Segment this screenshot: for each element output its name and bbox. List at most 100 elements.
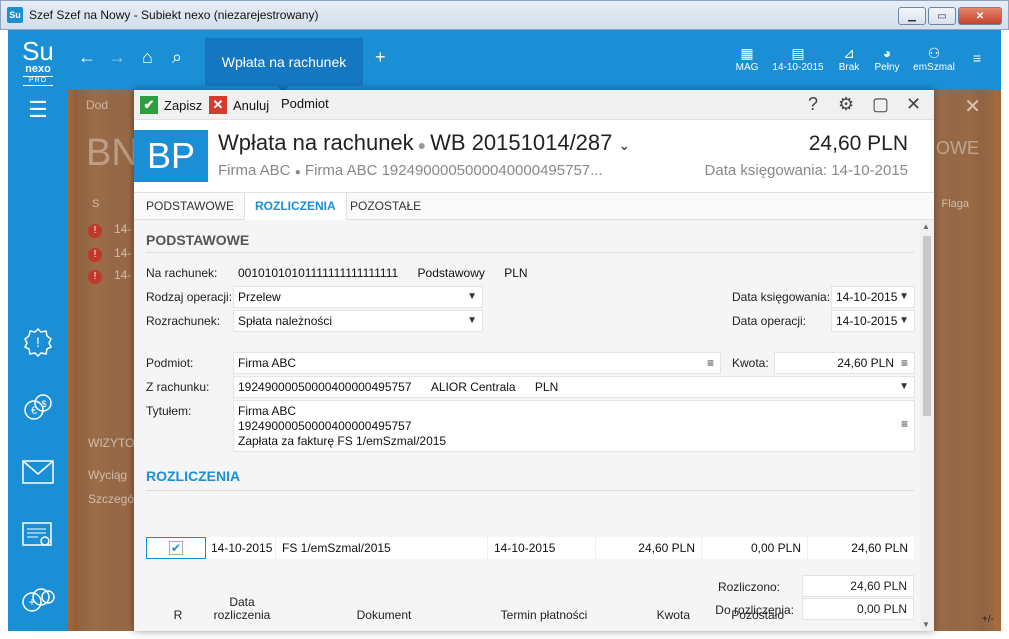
maximize-dialog-icon[interactable]: ▢ <box>872 94 889 115</box>
settlement-value: Spłata należności <box>238 314 333 328</box>
more-menu-icon[interactable]: ≡ <box>973 50 981 66</box>
col-amount: Kwota <box>656 608 690 622</box>
minimize-button[interactable]: ▁ <box>898 7 926 25</box>
amount-label: Kwota: <box>732 356 769 370</box>
operation-select[interactable]: Przelew ▼ <box>233 286 483 308</box>
account-field[interactable]: 00101010101111111111111111 Podstawowy PL… <box>233 262 915 284</box>
dialog-content: PODSTAWOWE Na rachunek: 0010101010111111… <box>134 220 920 631</box>
tool-mag-label: MAG <box>735 62 759 73</box>
operation-date-field[interactable]: 14-10-2015 ▼ <box>831 310 915 332</box>
building-icon: ▦ <box>740 45 754 61</box>
tab-podstawowe[interactable]: PODSTAWOWE <box>136 193 244 220</box>
table-row[interactable]: ✔ 14-10-2015 FS 1/emSzmal/2015 14-10-201… <box>146 537 914 559</box>
gear-icon[interactable]: ⚙ <box>838 94 854 115</box>
scroll-up-icon[interactable]: ▲ <box>922 222 930 231</box>
logo-nexo: nexo <box>25 63 51 75</box>
zoom-toggle[interactable]: +/- <box>982 614 999 629</box>
svg-text:+: + <box>28 595 35 609</box>
tool-date-label: 14-10-2015 <box>772 62 824 73</box>
back-arrow-icon[interactable]: ← <box>78 47 96 68</box>
title-textarea[interactable]: Firma ABC 19249000050000400000495757 Zap… <box>233 400 915 452</box>
calculator-menu-icon[interactable]: ≡ <box>901 353 908 373</box>
bg-add-button: Dod <box>86 98 109 112</box>
bg-col-s: S <box>92 198 100 210</box>
settlement-select[interactable]: Spłata należności ▼ <box>233 310 483 332</box>
alert-badge-icon[interactable]: ! <box>8 322 68 362</box>
save-button[interactable]: ✔ Zapisz <box>140 96 202 114</box>
close-button[interactable]: ✕ <box>958 7 1002 25</box>
svg-text:!: ! <box>36 334 40 350</box>
title-label: Tytułem: <box>146 404 192 418</box>
posting-date: Data księgowania: 14-10-2015 <box>704 162 908 179</box>
cancel-label: Anuluj <box>233 97 270 113</box>
envelope-icon[interactable] <box>8 452 68 492</box>
cancel-button[interactable]: ✕ Anuluj <box>209 96 269 114</box>
subject-field[interactable]: Firma ABC ≡ <box>233 352 721 374</box>
chevron-down-icon: ▼ <box>899 381 909 392</box>
operation-value: Przelew <box>238 290 281 304</box>
network-icon: ⚇ <box>927 45 941 61</box>
top-bar: ← → ⌂ ⌕ Wpłata na rachunek + ▦ MAG ▤ 14-… <box>68 30 1001 92</box>
currency-coins-icon[interactable]: € $ <box>8 388 68 428</box>
help-icon[interactable]: ? <box>808 94 818 115</box>
user-desk-icon: ⊿ <box>843 45 855 61</box>
minimize-icon: ▁ <box>908 10 916 22</box>
add-tab-icon[interactable]: + <box>375 47 386 68</box>
posting-date-field[interactable]: 14-10-2015 ▼ <box>831 286 915 308</box>
tool-pelny-label: Pełny <box>874 62 900 73</box>
cell-document: FS 1/emSzmal/2015 <box>278 537 488 559</box>
bg-badge: BN <box>86 132 139 174</box>
scroll-down-icon[interactable]: ▼ <box>922 620 930 629</box>
amount-field[interactable]: 24,60 PLN ≡ <box>774 352 915 374</box>
forward-arrow-icon[interactable]: → <box>108 47 126 68</box>
cell-remaining: 0,00 PLN <box>704 537 808 559</box>
from-account-label: Z rachunku: <box>146 380 210 394</box>
chevron-down-icon[interactable]: ⌄ <box>619 137 631 153</box>
menu-lines-icon[interactable]: ☰ <box>8 90 68 130</box>
tab-wplata-na-rachunek[interactable]: Wpłata na rachunek <box>205 38 363 92</box>
tool-brak-label: Brak <box>838 62 860 73</box>
tool-emszmal[interactable]: ⚇ emSzmal <box>912 44 956 73</box>
subject-button[interactable]: Podmiot <box>281 96 329 111</box>
close-dialog-icon[interactable]: ✕ <box>906 94 921 115</box>
list-menu-icon[interactable]: ≡ <box>707 353 714 373</box>
tool-pelny[interactable]: ◕ Pełny <box>872 44 902 73</box>
document-subtitle: Firma ABC ● Firma ABC 192490000500004000… <box>218 162 603 179</box>
tool-brak[interactable]: ⊿ Brak <box>834 44 864 73</box>
bg-row: ! 14- <box>88 268 131 284</box>
section-basic-title: PODSTAWOWE <box>146 232 250 248</box>
tab-rozliczenia[interactable]: ROZLICZENIA <box>244 193 347 221</box>
check-icon: ✔ <box>140 96 158 114</box>
tab-pozostale[interactable]: POZOSTAŁE <box>340 193 431 220</box>
settle-checkbox[interactable]: ✔ <box>169 541 183 555</box>
dialog-toolbar: ✔ Zapisz ✕ Anuluj Podmiot ? ⚙ ▢ ✕ <box>134 90 934 120</box>
tool-emszmal-label: emSzmal <box>913 62 955 73</box>
bg-sublabel: Wyciąg <box>88 468 128 482</box>
subject-value: Firma ABC <box>238 356 297 370</box>
maximize-icon: ▭ <box>937 10 947 22</box>
bg-row: ! 14- <box>88 222 131 238</box>
cancel-x-icon: ✕ <box>209 96 227 114</box>
close-icon: ✕ <box>975 10 985 22</box>
tool-date[interactable]: ▤ 14-10-2015 <box>770 44 826 73</box>
vertical-scrollbar[interactable]: ▲ ▼ <box>920 220 934 631</box>
svg-text:€: € <box>31 405 37 417</box>
tool-mag[interactable]: ▦ MAG <box>732 44 762 73</box>
to-settle-label: Do rozliczenia: <box>715 603 794 617</box>
title-line: 19249000050000400000495757 <box>238 419 412 433</box>
search-icon[interactable]: ⌕ <box>172 47 182 68</box>
scroll-thumb[interactable] <box>923 236 931 416</box>
subject-field-label: Podmiot: <box>146 356 194 370</box>
home-icon[interactable]: ⌂ <box>142 47 153 68</box>
from-account-select[interactable]: 19249000050000400000495757 ALIOR Central… <box>233 376 915 398</box>
bg-subheader: WIZYTO <box>88 436 135 450</box>
certificate-icon[interactable] <box>8 516 68 556</box>
window-titlebar: Su Szef Szef na Nowy - Subiekt nexo (nie… <box>0 0 1009 30</box>
account-currency: PLN <box>504 266 528 280</box>
add-coins-icon[interactable]: + <box>8 580 68 620</box>
settle-checkbox-cell[interactable]: ✔ <box>146 537 206 559</box>
svg-text:$: $ <box>41 399 46 409</box>
text-menu-icon[interactable]: ≡ <box>901 417 908 432</box>
logo-su: Su <box>22 36 54 66</box>
maximize-button[interactable]: ▭ <box>928 7 956 25</box>
